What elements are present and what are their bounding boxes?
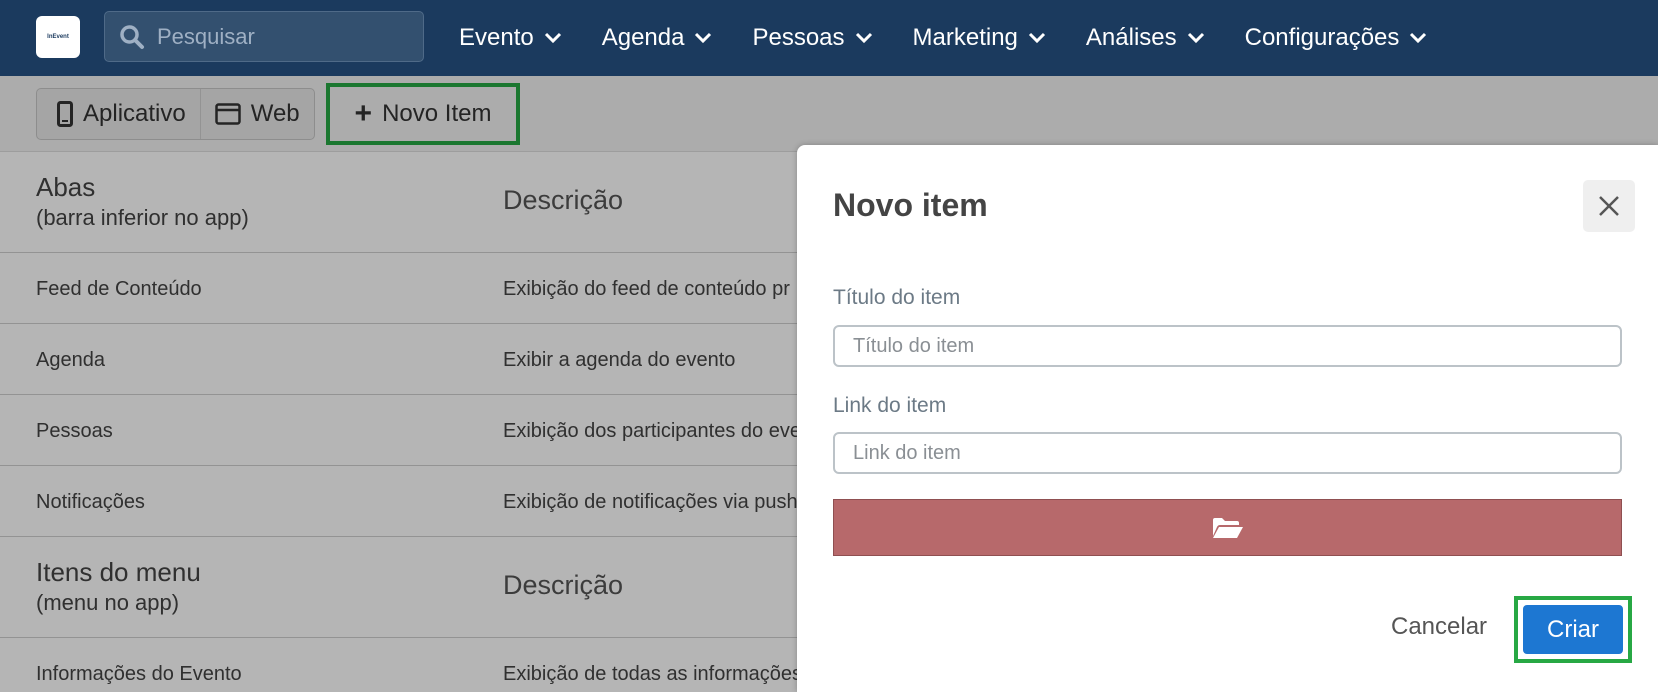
- modal-title: Novo item: [833, 187, 988, 223]
- nav-label: Pessoas: [752, 24, 845, 51]
- nav-label: Análises: [1085, 24, 1177, 51]
- upload-file-button[interactable]: [833, 499, 1622, 556]
- chevron-down-icon: [695, 32, 712, 44]
- main-menu: Evento Agenda Pessoas Marketing Análises…: [459, 0, 1467, 76]
- nav-label: Agenda: [601, 24, 685, 51]
- nav-analises[interactable]: Análises: [1086, 24, 1205, 52]
- chevron-down-icon: [1410, 32, 1427, 44]
- item-title-label: Título do item: [833, 286, 961, 309]
- chevron-down-icon: [855, 32, 872, 44]
- chevron-down-icon: [1187, 32, 1204, 44]
- create-button-highlight: Criar: [1514, 596, 1632, 663]
- logo-text: InEvent: [47, 34, 69, 40]
- nav-configuracoes[interactable]: Configurações: [1245, 24, 1428, 52]
- inevent-logo[interactable]: InEvent: [36, 16, 80, 58]
- item-link-label: Link do item: [833, 394, 947, 417]
- search-input[interactable]: [157, 23, 397, 50]
- nav-evento[interactable]: Evento: [459, 24, 562, 52]
- new-item-modal: Novo item Título do item Link do item Ca…: [797, 145, 1658, 692]
- nav-marketing[interactable]: Marketing: [913, 24, 1046, 52]
- nav-label: Configurações: [1244, 24, 1400, 51]
- close-button[interactable]: [1583, 180, 1635, 232]
- nav-label: Marketing: [912, 24, 1018, 51]
- cancel-button[interactable]: Cancelar: [1391, 613, 1487, 641]
- close-icon: [1599, 196, 1619, 216]
- search-box[interactable]: [104, 11, 424, 62]
- search-icon: [120, 24, 144, 49]
- item-title-input[interactable]: [833, 325, 1622, 367]
- top-navbar: InEvent Evento Agenda Pessoas Marketing …: [0, 0, 1658, 76]
- chevron-down-icon: [1028, 32, 1045, 44]
- nav-agenda[interactable]: Agenda: [602, 24, 713, 52]
- chevron-down-icon: [544, 32, 561, 44]
- nav-pessoas[interactable]: Pessoas: [752, 24, 872, 52]
- create-button[interactable]: Criar: [1523, 605, 1623, 654]
- item-link-input[interactable]: [833, 432, 1622, 474]
- nav-label: Evento: [459, 24, 534, 51]
- folder-open-icon: [1212, 517, 1243, 538]
